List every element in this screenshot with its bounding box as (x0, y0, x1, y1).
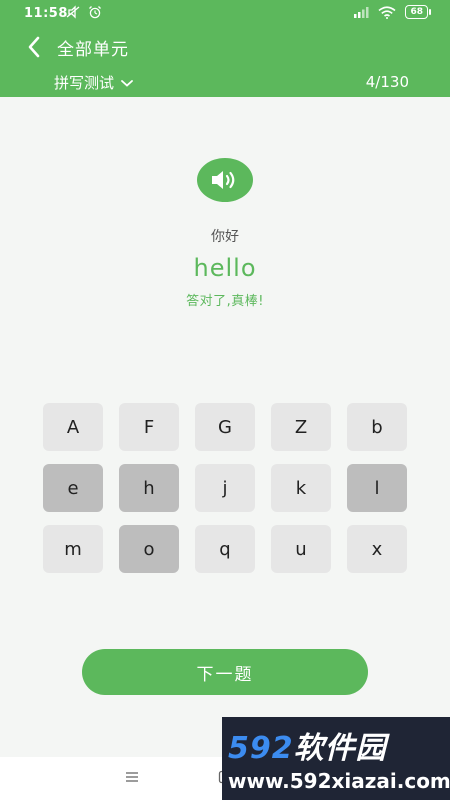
nav-row: 全部单元 (0, 30, 450, 64)
watermark-url: www.592xiazai.com (228, 769, 450, 793)
sub-header: 拼写测试 4/130 (0, 70, 450, 96)
letter-key[interactable]: u (271, 525, 331, 573)
letter-key[interactable]: j (195, 464, 255, 512)
mode-select[interactable]: 拼写测试 (54, 72, 134, 93)
letter-key[interactable]: l (347, 464, 407, 512)
watermark-brand-text: 软件园 (293, 731, 387, 766)
word-meaning: 你好 (211, 229, 239, 245)
chevron-left-icon (28, 36, 40, 58)
progress-counter: 4/130 (365, 73, 409, 91)
letter-key[interactable]: x (347, 525, 407, 573)
letter-key[interactable]: G (195, 403, 255, 451)
letter-key[interactable]: A (43, 403, 103, 451)
letter-key[interactable]: b (347, 403, 407, 451)
wifi-icon (378, 5, 396, 19)
target-word: hello (193, 254, 257, 282)
page-title: 全部单元 (57, 40, 129, 60)
speaker-icon (212, 171, 235, 189)
status-left-icons (66, 5, 102, 19)
answer-feedback: 答对了,真棒! (186, 294, 264, 309)
status-bar: 11:58 68 (0, 0, 450, 28)
back-button[interactable] (22, 34, 48, 60)
letter-key[interactable]: m (43, 525, 103, 573)
letter-key[interactable]: q (195, 525, 255, 573)
mute-icon (66, 5, 80, 19)
mode-select-label: 拼写测试 (54, 74, 115, 92)
next-question-button[interactable]: 下一题 (82, 649, 368, 695)
status-time: 11:58 (24, 6, 68, 21)
battery-indicator: 68 (405, 5, 431, 19)
signal-icon (354, 7, 369, 18)
letter-key[interactable]: k (271, 464, 331, 512)
play-audio-button[interactable] (197, 158, 253, 202)
letter-key[interactable]: F (119, 403, 179, 451)
status-right-icons: 68 (353, 5, 431, 19)
watermark-brand-number: 592 (228, 731, 294, 766)
chevron-down-icon (121, 79, 133, 87)
watermark-logo: 592软件园 www.592xiazai.com (222, 717, 450, 800)
menu-icon[interactable] (125, 770, 139, 784)
letter-key[interactable]: h (119, 464, 179, 512)
letter-key[interactable]: Z (271, 403, 331, 451)
app-header: 11:58 68 全部单元 拼写测试 4/130 (0, 0, 450, 97)
alarm-icon (89, 6, 101, 19)
letter-key[interactable]: e (43, 464, 103, 512)
watermark-brand: 592软件园 (228, 723, 387, 767)
letter-key[interactable]: o (119, 525, 179, 573)
